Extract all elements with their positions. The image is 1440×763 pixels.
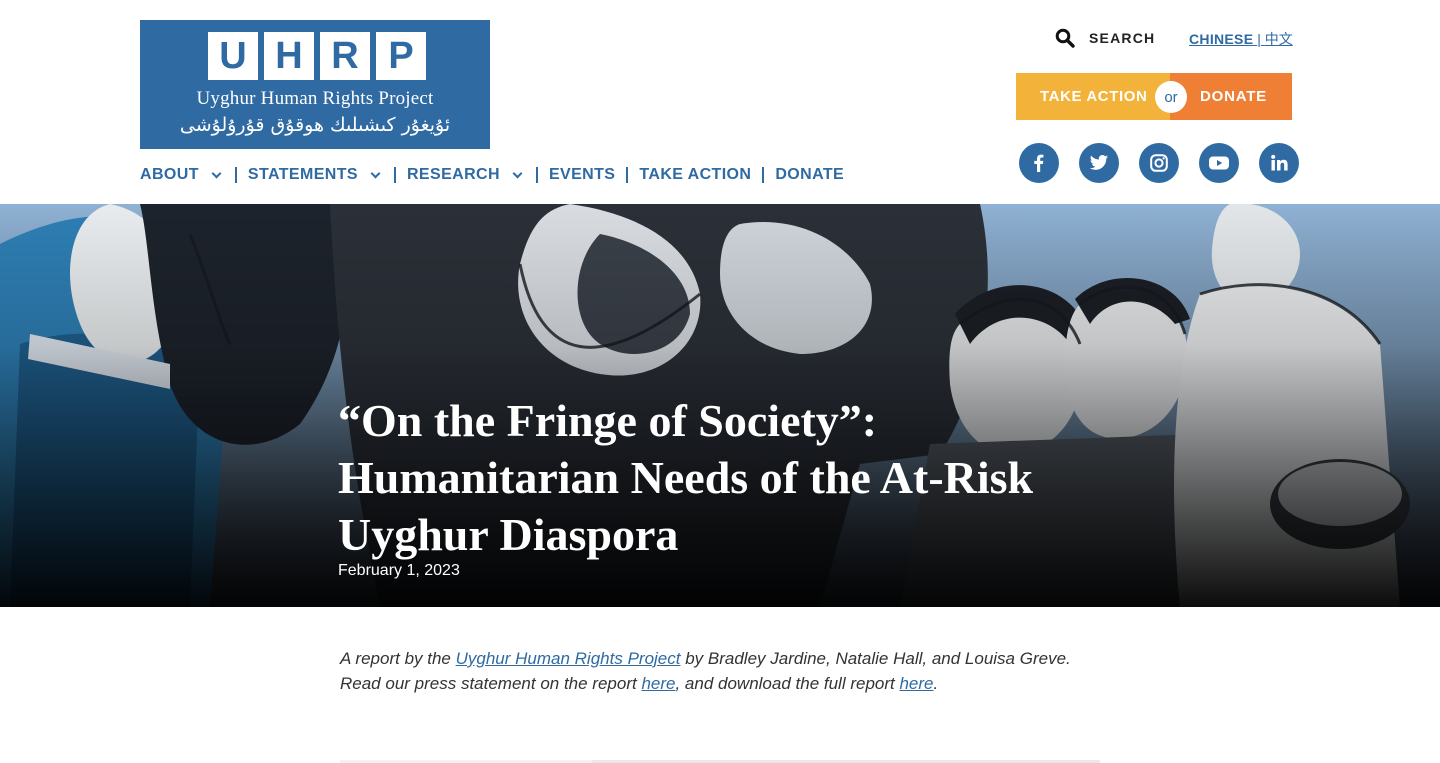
page-title: “On the Fringe of Society”: Humanitarian…: [338, 395, 1034, 560]
social-links: [1019, 143, 1299, 183]
language-label: CHINESE: [1189, 31, 1254, 47]
nav-item-statements[interactable]: Statements: [248, 166, 383, 184]
nav-item-label: Statements: [247, 166, 358, 183]
cta-group: TAKE ACTION DONATE or: [1016, 73, 1292, 120]
full-report-link[interactable]: here: [899, 674, 933, 693]
linkedin-link[interactable]: [1259, 143, 1299, 183]
donate-button[interactable]: DONATE: [1170, 73, 1292, 120]
uhrp-link[interactable]: Uyghur Human Rights Project: [456, 649, 681, 668]
logo-letter: P: [376, 32, 426, 80]
nav-item-research[interactable]: Research: [407, 166, 525, 184]
hero-banner: “On the Fringe of Society”: Humanitarian…: [0, 204, 1440, 607]
instagram-icon: [1150, 154, 1168, 172]
site-header: U H R P Uyghur Human Rights Project ئۇيغ…: [0, 0, 1440, 204]
chevron-down-icon: [512, 168, 523, 178]
twitter-icon: [1089, 155, 1109, 170]
chevron-down-icon: [370, 168, 381, 178]
language-switch-link[interactable]: CHINESE | 中文: [1189, 29, 1293, 49]
nav-item-label: Take Action: [639, 166, 752, 183]
intro-text: .: [933, 674, 939, 693]
search-button[interactable]: SEARCH: [1055, 28, 1155, 48]
youtube-link[interactable]: [1199, 143, 1239, 183]
logo-uyghur-name: ئۇيغۇر كىشىلىك ھوقۇق قۇرۇلۇشى: [179, 114, 451, 136]
instagram-link[interactable]: [1139, 143, 1179, 183]
nav-separator: [762, 167, 765, 183]
search-label: SEARCH: [1089, 30, 1156, 46]
nav-item-label: Events: [548, 166, 616, 183]
nav-separator: [626, 167, 629, 183]
nav-item-about[interactable]: About: [140, 166, 224, 184]
or-badge: or: [1155, 81, 1187, 113]
nav-separator: [535, 167, 538, 183]
nav-item-label: Donate: [775, 166, 845, 183]
logo-letter: U: [208, 32, 258, 80]
uhrp-logo[interactable]: U H R P Uyghur Human Rights Project ئۇيغ…: [140, 20, 490, 149]
take-action-button[interactable]: TAKE ACTION: [1016, 73, 1170, 120]
youtube-icon: [1209, 156, 1229, 170]
facebook-link[interactable]: [1019, 143, 1059, 183]
main-nav: About Statements Research Events Take Ac…: [140, 164, 844, 186]
twitter-link[interactable]: [1079, 143, 1119, 183]
press-statement-link[interactable]: here: [641, 674, 675, 693]
logo-letter: H: [264, 32, 314, 80]
nav-item-donate[interactable]: Donate: [775, 166, 844, 184]
facebook-icon: [1034, 154, 1044, 172]
search-icon: [1055, 28, 1075, 48]
intro-text: A report by the: [340, 649, 456, 668]
logo-letters: U H R P: [208, 32, 426, 80]
intro-text: , and download the full report: [675, 674, 900, 693]
language-separator: |: [1257, 31, 1261, 47]
language-native: 中文: [1264, 31, 1293, 47]
nav-item-label: About: [140, 166, 199, 183]
nav-item-events[interactable]: Events: [549, 166, 615, 184]
nav-separator: [393, 167, 396, 183]
logo-letter: R: [320, 32, 370, 80]
chevron-down-icon: [211, 168, 222, 178]
nav-item-take-action[interactable]: Take Action: [639, 166, 751, 184]
nav-separator: [234, 167, 237, 183]
publish-date: February 1, 2023: [338, 562, 460, 579]
report-intro: A report by the Uyghur Human Rights Proj…: [340, 646, 1100, 696]
nav-item-label: Research: [406, 166, 500, 183]
linkedin-icon: [1271, 154, 1288, 171]
logo-org-name: Uyghur Human Rights Project: [196, 88, 434, 109]
